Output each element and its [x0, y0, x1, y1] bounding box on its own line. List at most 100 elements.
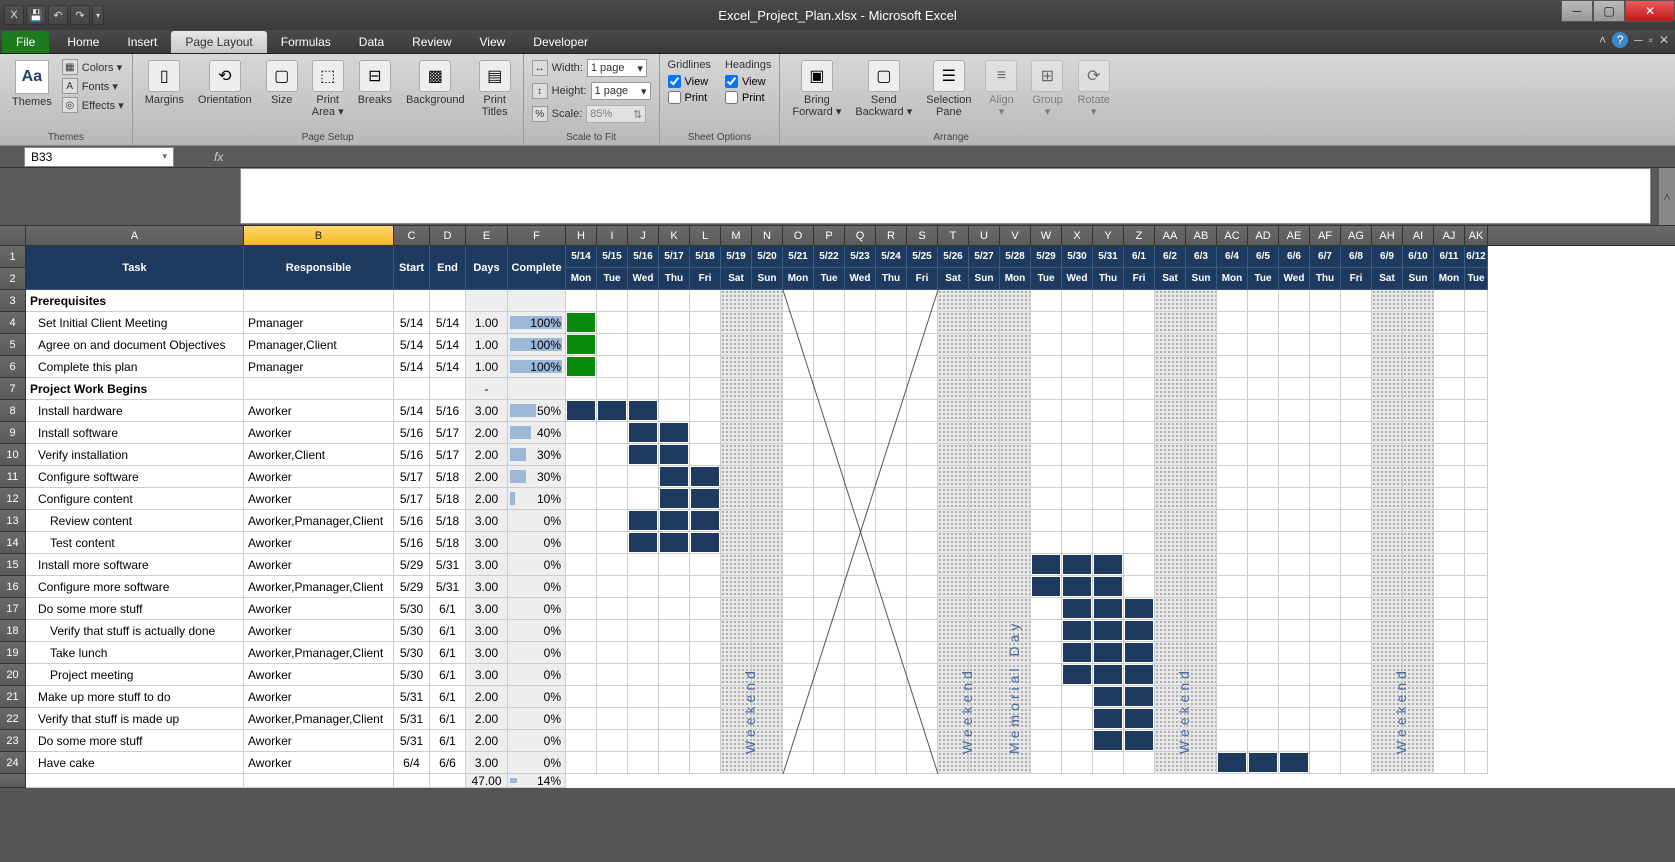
- gantt-cell[interactable]: [814, 664, 845, 686]
- gantt-cell[interactable]: [814, 642, 845, 664]
- gantt-cell[interactable]: [1186, 620, 1217, 642]
- gantt-cell[interactable]: [1217, 576, 1248, 598]
- gantt-cell[interactable]: [1403, 510, 1434, 532]
- gantt-cell[interactable]: [597, 708, 628, 730]
- gantt-cell[interactable]: [845, 664, 876, 686]
- gantt-cell[interactable]: [1062, 312, 1093, 334]
- gantt-cell[interactable]: [1279, 730, 1310, 752]
- gantt-cell[interactable]: [845, 290, 876, 312]
- row-header[interactable]: 19: [0, 642, 26, 664]
- gantt-cell[interactable]: [1310, 422, 1341, 444]
- gantt-cell[interactable]: [845, 752, 876, 774]
- gantt-cell[interactable]: [1217, 708, 1248, 730]
- column-header[interactable]: P: [814, 226, 845, 245]
- gantt-cell[interactable]: [1186, 466, 1217, 488]
- gantt-cell[interactable]: [814, 488, 845, 510]
- gantt-cell[interactable]: [907, 730, 938, 752]
- gantt-cell[interactable]: [1279, 576, 1310, 598]
- cell-end[interactable]: 5/31: [430, 554, 466, 576]
- cell-complete[interactable]: 0%: [508, 620, 566, 642]
- gantt-cell[interactable]: [659, 422, 690, 444]
- gantt-cell[interactable]: [907, 334, 938, 356]
- gantt-cell[interactable]: [1403, 642, 1434, 664]
- gantt-cell[interactable]: [876, 686, 907, 708]
- gantt-cell[interactable]: [1186, 576, 1217, 598]
- gantt-cell[interactable]: [659, 576, 690, 598]
- gantt-cell[interactable]: [628, 356, 659, 378]
- cell-responsible[interactable]: Aworker: [244, 554, 394, 576]
- gantt-cell[interactable]: [1434, 620, 1465, 642]
- gantt-cell[interactable]: [1093, 334, 1124, 356]
- gantt-cell[interactable]: [1031, 334, 1062, 356]
- cell-days[interactable]: 2.00: [466, 686, 508, 708]
- gantt-cell[interactable]: [1403, 312, 1434, 334]
- gantt-cell[interactable]: [721, 642, 752, 664]
- gantt-cell[interactable]: [1248, 752, 1279, 774]
- cell-task[interactable]: Prerequisites: [26, 290, 244, 312]
- gantt-cell[interactable]: [1031, 576, 1062, 598]
- cell-start[interactable]: 5/31: [394, 730, 430, 752]
- cell-start[interactable]: 5/14: [394, 400, 430, 422]
- gantt-cell[interactable]: [969, 708, 1000, 730]
- cell-end[interactable]: [430, 378, 466, 400]
- gantt-cell[interactable]: [690, 598, 721, 620]
- gantt-cell[interactable]: [1155, 290, 1186, 312]
- effects-button[interactable]: ◎Effects ▾: [62, 96, 124, 114]
- row-header[interactable]: 24: [0, 752, 26, 774]
- gantt-cell[interactable]: [659, 708, 690, 730]
- cell-task[interactable]: Do some more stuff: [26, 598, 244, 620]
- cell-days[interactable]: 2.00: [466, 730, 508, 752]
- gantt-cell[interactable]: [1217, 444, 1248, 466]
- gantt-cell[interactable]: [752, 554, 783, 576]
- cell-responsible[interactable]: Aworker,Pmanager,Client: [244, 510, 394, 532]
- cell-start[interactable]: 5/16: [394, 444, 430, 466]
- gantt-cell[interactable]: [783, 334, 814, 356]
- gantt-cell[interactable]: [1434, 708, 1465, 730]
- gantt-cell[interactable]: [783, 312, 814, 334]
- gantt-cell[interactable]: [721, 576, 752, 598]
- gantt-cell[interactable]: [1031, 422, 1062, 444]
- gantt-cell[interactable]: [1217, 466, 1248, 488]
- gantt-cell[interactable]: [814, 598, 845, 620]
- gantt-cell[interactable]: [1403, 422, 1434, 444]
- cell[interactable]: [244, 774, 394, 788]
- gantt-cell[interactable]: [628, 444, 659, 466]
- cell-end[interactable]: 5/18: [430, 488, 466, 510]
- gantt-cell[interactable]: [1062, 664, 1093, 686]
- column-header[interactable]: T: [938, 226, 969, 245]
- gantt-cell[interactable]: [1000, 642, 1031, 664]
- gantt-cell[interactable]: [1124, 422, 1155, 444]
- gantt-cell[interactable]: [1465, 598, 1488, 620]
- gantt-cell[interactable]: [1465, 642, 1488, 664]
- column-header[interactable]: AE: [1279, 226, 1310, 245]
- gantt-cell[interactable]: [1248, 510, 1279, 532]
- gantt-cell[interactable]: [1279, 378, 1310, 400]
- gantt-cell[interactable]: [1248, 730, 1279, 752]
- gantt-cell[interactable]: [1124, 554, 1155, 576]
- gantt-cell[interactable]: [1000, 598, 1031, 620]
- gantt-cell[interactable]: [845, 554, 876, 576]
- gantt-cell[interactable]: [1217, 400, 1248, 422]
- column-header[interactable]: D: [430, 226, 466, 245]
- gantt-cell[interactable]: [1279, 554, 1310, 576]
- gantt-cell[interactable]: [659, 686, 690, 708]
- gantt-cell[interactable]: [938, 444, 969, 466]
- gantt-cell[interactable]: [1062, 356, 1093, 378]
- gantt-cell[interactable]: [1217, 378, 1248, 400]
- gantt-cell[interactable]: [1403, 466, 1434, 488]
- gantt-cell[interactable]: [1000, 312, 1031, 334]
- gantt-cell[interactable]: [1093, 400, 1124, 422]
- column-header[interactable]: A: [26, 226, 244, 245]
- gantt-cell[interactable]: [969, 664, 1000, 686]
- cell-end[interactable]: 5/14: [430, 356, 466, 378]
- gantt-cell[interactable]: [1341, 400, 1372, 422]
- gantt-cell[interactable]: [1093, 312, 1124, 334]
- gantt-cell[interactable]: [1093, 708, 1124, 730]
- gantt-cell[interactable]: [845, 642, 876, 664]
- gantt-cell[interactable]: [1341, 444, 1372, 466]
- gantt-cell[interactable]: [1434, 510, 1465, 532]
- cell-responsible[interactable]: Aworker: [244, 466, 394, 488]
- gantt-cell[interactable]: [597, 422, 628, 444]
- align-button[interactable]: ≡Align ▾: [981, 58, 1021, 120]
- gantt-cell[interactable]: [938, 532, 969, 554]
